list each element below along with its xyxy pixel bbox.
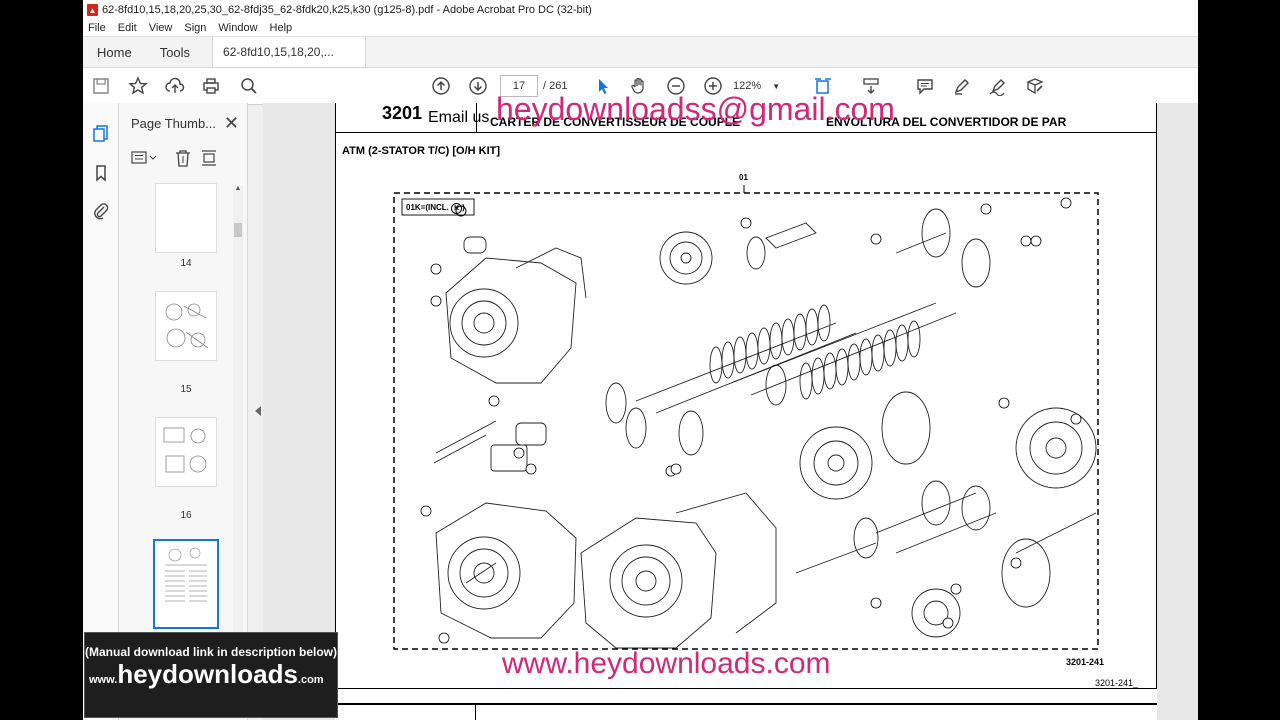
- acrobat-window: ▲ 62-8fd10,15,18,20,25,30_62-8fdj35_62-8…: [83, 0, 1198, 720]
- thumbnail-scrollbar-thumb[interactable]: [234, 223, 242, 237]
- next-page-icon[interactable]: [468, 76, 488, 96]
- left-navigation-rail: [83, 103, 119, 720]
- kit-label-text: 01K=(INCL.: [406, 203, 449, 212]
- thumbnail-page-17-selected[interactable]: [153, 539, 219, 629]
- tab-tools[interactable]: Tools: [146, 37, 204, 67]
- kit-label-box: 01K=(INCL. K): [406, 203, 465, 214]
- menu-view[interactable]: View: [144, 22, 180, 34]
- attachment-icon[interactable]: [91, 201, 111, 221]
- tab-bar: Home Tools 62-8fd10,15,18,20,...: [83, 37, 1198, 68]
- scroll-up-arrow-icon[interactable]: ▲: [233, 185, 243, 192]
- watermark-email: heydownloadss@gmail.com: [496, 91, 895, 127]
- previous-page-icon[interactable]: [431, 76, 451, 96]
- collapse-panel-icon[interactable]: [255, 406, 261, 416]
- close-icon[interactable]: ✕: [224, 113, 239, 134]
- delete-trash-icon[interactable]: [173, 149, 193, 167]
- thumbnails-panel-title: Page Thumb...: [131, 115, 217, 131]
- highlight-pen-icon[interactable]: [952, 76, 972, 96]
- cloud-upload-icon[interactable]: [165, 76, 185, 96]
- page-header-table: 3201 Email us CARTER DE CONVERTISSEUR DE…: [335, 91, 1157, 133]
- thumbnail-options-icon[interactable]: [131, 150, 157, 166]
- thumbnail-page-14[interactable]: [155, 183, 217, 253]
- thumbnail-label-15: 15: [180, 384, 192, 395]
- thumbnail-label-14: 14: [180, 258, 192, 269]
- edit-fill-icon[interactable]: [1025, 76, 1045, 96]
- page-code: 3201-241_: [1095, 678, 1139, 688]
- chevron-down-icon: ▼: [772, 82, 781, 91]
- menu-window[interactable]: Window: [213, 22, 264, 34]
- exploded-parts-diagram: [393, 185, 1099, 650]
- pdf-page: 3201 Email us CARTER DE CONVERTISSEUR DE…: [335, 91, 1157, 720]
- acrobat-pdf-icon: ▲: [87, 4, 98, 16]
- menu-file[interactable]: File: [83, 22, 113, 34]
- promo-prefix: www.: [89, 674, 118, 686]
- window-title: 62-8fd10,15,18,20,25,30_62-8fdj35_62-8fd…: [102, 4, 592, 16]
- promo-description: (Manual download link in description bel…: [85, 645, 338, 659]
- print-icon[interactable]: [201, 76, 221, 96]
- promo-suffix: .com: [297, 674, 324, 686]
- bookmark-star-icon[interactable]: [128, 76, 148, 96]
- tab-home[interactable]: Home: [83, 37, 146, 67]
- page-thumbnails-icon[interactable]: [91, 123, 111, 143]
- watermark-url: www.heydownloads.com: [502, 647, 831, 680]
- thumbnail-page-16[interactable]: [155, 417, 217, 487]
- sign-pen-icon[interactable]: [988, 76, 1008, 96]
- thumbnail-scrollbar[interactable]: ▲: [233, 185, 243, 705]
- section-number: 3201: [382, 103, 423, 123]
- part-number-01: 01: [739, 173, 748, 182]
- title-bar: ▲ 62-8fd10,15,18,20,25,30_62-8fdj35_62-8…: [83, 0, 1198, 20]
- email-us-label: Email us: [428, 109, 490, 126]
- letterbox-right: [1198, 0, 1280, 720]
- kit-symbol: K: [451, 203, 463, 214]
- promo-main: heydownloads: [117, 659, 298, 689]
- tab-document-label: 62-8fd10,15,18,20,...: [223, 45, 334, 59]
- document-viewport[interactable]: 3201 Email us CARTER DE CONVERTISSEUR DE…: [263, 91, 1198, 720]
- menu-sign[interactable]: Sign: [179, 22, 213, 34]
- comment-icon[interactable]: [915, 76, 935, 96]
- menu-bar: File Edit View Sign Window Help: [83, 20, 1198, 37]
- promo-website: www.heydownloads.com: [89, 659, 337, 690]
- save-icon[interactable]: [91, 76, 111, 96]
- figure-frame: ATM (2-STATOR T/C) [O/H KIT] 01K=(INCL. …: [335, 133, 1157, 689]
- promo-overlay: (Manual download link in description bel…: [84, 632, 338, 718]
- search-zoom-icon[interactable]: [239, 76, 259, 96]
- page-thumbnails-panel: Page Thumb... ✕ 14 15 16 ▲: [119, 103, 248, 720]
- tab-document[interactable]: 62-8fd10,15,18,20,...: [212, 37, 367, 67]
- insert-page-icon[interactable]: [199, 149, 219, 167]
- menu-help[interactable]: Help: [265, 22, 300, 34]
- next-table-row: [335, 703, 1157, 720]
- bookmark-icon[interactable]: [91, 163, 111, 183]
- thumbnail-label-16: 16: [180, 510, 192, 521]
- figure-code: 3201-241: [1066, 657, 1105, 667]
- thumbnail-page-15[interactable]: [155, 291, 217, 361]
- menu-edit[interactable]: Edit: [113, 22, 144, 34]
